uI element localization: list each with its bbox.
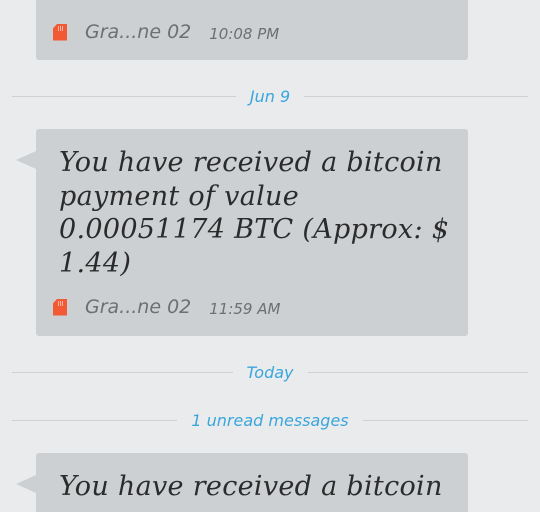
message-bubble[interactable]: Gra...ne 02 10:08 PM	[36, 0, 468, 60]
date-divider: Today	[12, 360, 529, 384]
message-text: You have received a bitcoin payment of v…	[59, 147, 450, 279]
message-bubble[interactable]: You have received a bitcoin	[16, 453, 468, 512]
message-meta: Gra...ne 02 10:08 PM	[53, 21, 279, 43]
divider-line	[12, 95, 236, 97]
sim-card-icon	[53, 23, 67, 41]
message-meta: Gra...ne 02 11:59 AM	[53, 296, 280, 318]
unread-divider-label: 1 unread messages	[191, 410, 349, 430]
bubble-tail	[16, 475, 36, 493]
sim-card-icon	[53, 298, 67, 316]
date-divider: Jun 9	[12, 84, 529, 108]
message-time: 11:59 AM	[209, 300, 281, 318]
message-sender: Gra...ne 02	[85, 296, 192, 318]
divider-line	[12, 371, 233, 373]
message-text: You have received a bitcoin	[59, 471, 443, 502]
message-sender: Gra...ne 02	[85, 21, 192, 43]
divider-line	[304, 95, 529, 97]
message-bubble[interactable]: You have received a bitcoin payment of v…	[16, 129, 468, 336]
date-divider-label: Today	[246, 362, 294, 382]
unread-divider: 1 unread messages	[12, 408, 529, 432]
divider-line	[12, 419, 178, 421]
divider-line	[362, 419, 529, 421]
date-divider-label: Jun 9	[249, 86, 291, 106]
divider-line	[307, 371, 529, 373]
message-time: 10:08 PM	[209, 25, 280, 43]
bubble-tail	[16, 151, 36, 169]
